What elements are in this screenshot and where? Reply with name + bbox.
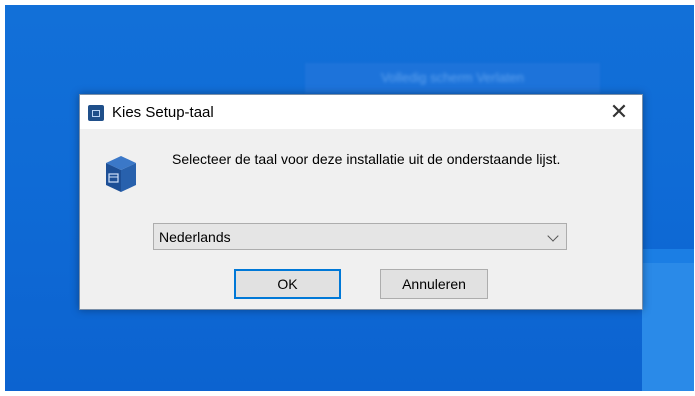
language-select[interactable]: Nederlands: [153, 223, 567, 250]
close-icon: ✕: [609, 99, 629, 124]
background-window-bar: Volledig scherm Verlaten: [305, 63, 600, 93]
setup-app-icon: [88, 105, 104, 121]
language-select-value: Nederlands: [159, 229, 231, 245]
instruction-text: Selecteer de taal voor deze installatie …: [172, 151, 561, 167]
ok-button[interactable]: OK: [234, 269, 341, 299]
dialog-title: Kies Setup-taal: [112, 104, 214, 121]
close-button[interactable]: ✕: [596, 95, 642, 129]
background-pane-inner: [642, 263, 694, 391]
setup-language-dialog: Kies Setup-taal ✕ Selecteer de taal voor…: [79, 94, 643, 310]
background-window-title: Volledig scherm Verlaten: [380, 70, 525, 85]
chevron-down-icon: [547, 230, 559, 242]
dialog-titlebar[interactable]: Kies Setup-taal ✕: [80, 95, 642, 129]
installer-box-icon: [106, 156, 136, 192]
cancel-button[interactable]: Annuleren: [380, 269, 488, 299]
